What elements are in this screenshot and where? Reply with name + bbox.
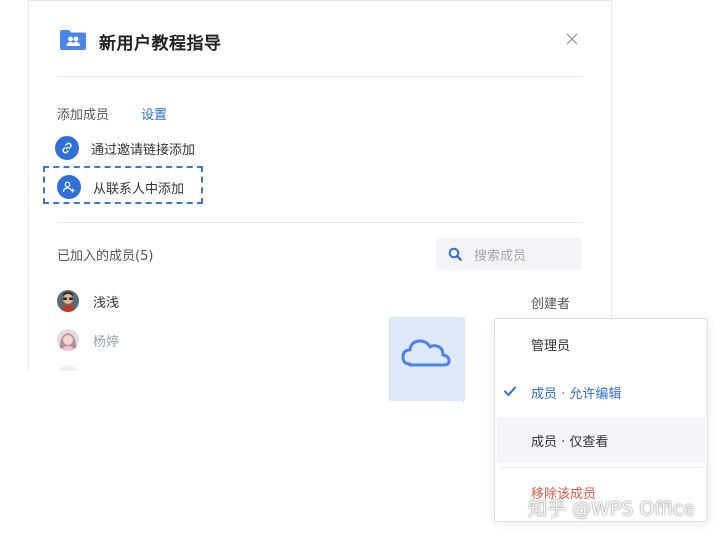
search-icon (448, 247, 462, 261)
avatar (57, 329, 79, 351)
avatar (57, 365, 79, 371)
menu-item-admin[interactable]: 管理员 (495, 321, 705, 367)
role-dropdown-menu: 管理员 成员 · 允许编辑 成员 · 仅查看 移除该成员 (494, 318, 708, 522)
search-placeholder: 搜索成员 (474, 248, 527, 264)
checkmark-icon (504, 386, 516, 396)
menu-item-label: 管理员 (531, 338, 571, 354)
tab-add-members[interactable]: 添加成员 (57, 104, 109, 123)
team-folder-icon (60, 30, 86, 50)
header-divider (57, 76, 583, 77)
cloud-card-tail (454, 392, 464, 404)
link-icon (55, 136, 79, 160)
invite-link-label: 通过邀请链接添加 (91, 142, 196, 158)
add-from-contacts-label: 从联系人中添加 (93, 181, 185, 197)
invite-link-option[interactable]: 通过邀请链接添加 (55, 134, 195, 162)
member-row[interactable]: 浅浅 (57, 290, 119, 312)
menu-item-label: 成员 · 仅查看 (531, 434, 609, 450)
avatar (57, 290, 79, 312)
member-search-input[interactable]: 搜索成员 (436, 238, 582, 270)
add-from-contacts-option[interactable]: 从联系人中添加 (57, 173, 184, 201)
add-contact-icon (57, 175, 81, 199)
close-icon[interactable] (564, 31, 580, 47)
tab-settings[interactable]: 设置 (141, 104, 167, 123)
section-divider (57, 222, 583, 223)
menu-item-member-view-only[interactable]: 成员 · 仅查看 (497, 417, 705, 463)
members-count-title: 已加入的成员(5) (57, 249, 154, 264)
dialog-header: 新用户教程指导 (29, 1, 611, 77)
member-row-partial (57, 365, 93, 371)
member-role-label: 创建者 (531, 297, 571, 312)
menu-divider (499, 467, 703, 468)
cloud-illustration (389, 317, 465, 401)
menu-item-member-edit[interactable]: 成员 · 允许编辑 (495, 369, 705, 415)
member-name: 浅浅 (93, 295, 120, 311)
cloud-icon (401, 339, 451, 367)
member-row[interactable]: 杨婷 (57, 329, 119, 351)
menu-item-label: 成员 · 允许编辑 (531, 386, 622, 402)
watermark: 知乎 @WPS Office (528, 498, 695, 520)
dialog-title: 新用户教程指导 (99, 34, 222, 54)
team-dialog: 新用户教程指导 添加成员 设置 通过邀请链接添加 从联系人中添加 已加入的成员(… (28, 0, 612, 371)
member-name: 杨婷 (93, 334, 120, 350)
